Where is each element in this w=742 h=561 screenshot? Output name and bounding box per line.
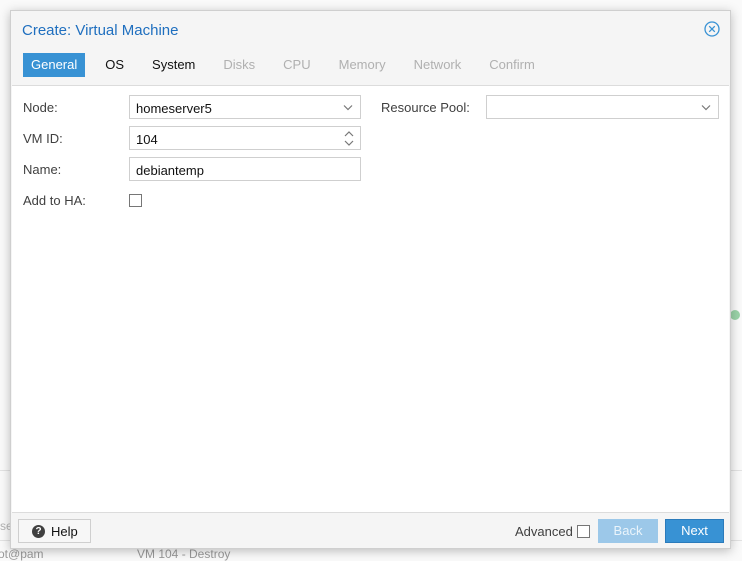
close-icon[interactable]	[704, 21, 720, 37]
name-field[interactable]: debiantemp	[129, 157, 361, 181]
spinner-icon[interactable]	[344, 130, 354, 147]
advanced-checkbox[interactable]	[577, 525, 590, 538]
name-label: Name:	[23, 162, 62, 177]
tab-os[interactable]: OS	[97, 53, 132, 77]
background-status-dot	[730, 310, 740, 320]
vmid-label: VM ID:	[23, 131, 63, 146]
background-user-text: ot@pam	[0, 547, 44, 561]
pool-select[interactable]	[486, 95, 719, 119]
node-label: Node:	[23, 100, 58, 115]
dialog-header: Create: Virtual Machine	[11, 11, 730, 51]
question-circle-icon: ?	[32, 525, 45, 538]
wizard-tabs: General OS System Disks CPU Memory Netwo…	[23, 53, 555, 77]
tab-disks: Disks	[223, 57, 256, 72]
ha-label: Add to HA:	[23, 193, 86, 208]
dialog-title: Create: Virtual Machine	[22, 22, 179, 39]
tab-general[interactable]: General	[23, 53, 86, 77]
vmid-value: 104	[136, 132, 158, 147]
tab-confirm: Confirm	[489, 57, 535, 72]
node-value: homeserver5	[136, 101, 212, 116]
tab-cpu: CPU	[283, 57, 311, 72]
advanced-label: Advanced	[515, 524, 573, 539]
tab-network: Network	[413, 57, 462, 72]
back-button[interactable]: Back	[598, 519, 658, 543]
vmid-field[interactable]: 104	[129, 126, 361, 150]
tab-system[interactable]: System	[144, 53, 203, 77]
name-value: debiantemp	[136, 163, 204, 178]
ha-checkbox[interactable]	[129, 194, 142, 207]
general-form-panel: Node: homeserver5 VM ID: 104 Name: debia…	[12, 85, 729, 513]
node-select[interactable]: homeserver5	[129, 95, 361, 119]
background-task-text: VM 104 - Destroy	[137, 547, 231, 561]
help-button[interactable]: ? Help	[18, 519, 91, 543]
help-label: Help	[51, 524, 78, 539]
create-vm-dialog: Create: Virtual Machine General OS Syste…	[10, 10, 731, 549]
next-button[interactable]: Next	[665, 519, 724, 543]
pool-label: Resource Pool:	[381, 100, 470, 115]
dialog-footer: ? Help Advanced Back Next	[11, 512, 730, 549]
chevron-down-icon[interactable]	[701, 104, 711, 111]
tab-memory: Memory	[338, 57, 386, 72]
chevron-down-icon[interactable]	[343, 104, 353, 111]
